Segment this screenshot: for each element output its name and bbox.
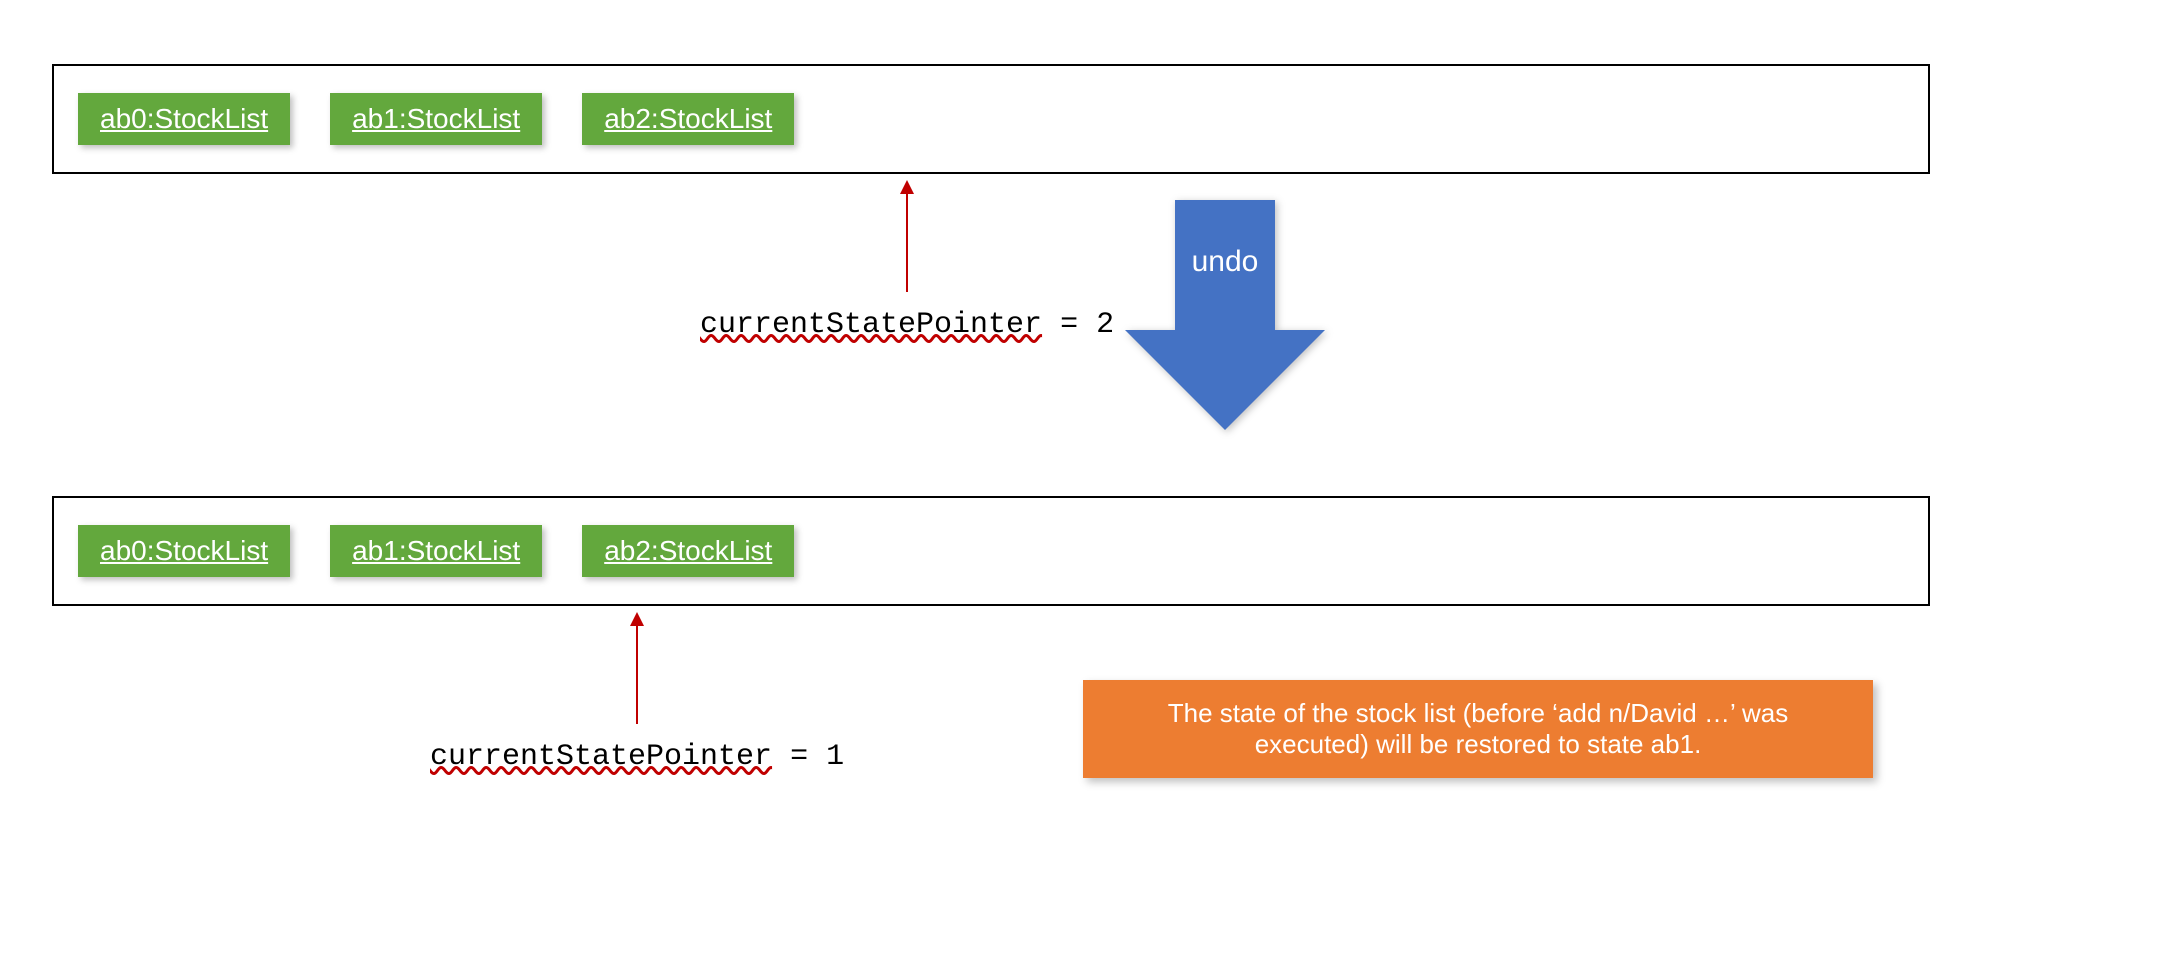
- pointer-var-top: currentStatePointer: [700, 308, 1042, 342]
- state-chip-ab0-bottom: ab0:StockList: [78, 525, 290, 577]
- state-list-bottom: ab0:StockList ab1:StockList ab2:StockLis…: [52, 496, 1930, 606]
- state-chip-ab2-top: ab2:StockList: [582, 93, 794, 145]
- state-chip-ab2-bottom: ab2:StockList: [582, 525, 794, 577]
- pointer-value-top: = 2: [1042, 308, 1114, 342]
- state-list-top: ab0:StockList ab1:StockList ab2:StockLis…: [52, 64, 1930, 174]
- pointer-label-top: currentStatePointer = 2: [700, 306, 1114, 342]
- pointer-var-bottom: currentStatePointer: [430, 740, 772, 774]
- pointer-value-bottom: = 1: [772, 740, 844, 774]
- pointer-bottom: currentStatePointer = 1: [430, 614, 844, 774]
- state-chip-ab0-top: ab0:StockList: [78, 93, 290, 145]
- undo-arrow-shape: [1125, 200, 1325, 430]
- undo-arrow-label: undo: [1125, 245, 1325, 279]
- state-chip-ab1-top: ab1:StockList: [330, 93, 542, 145]
- undo-arrow: undo: [1125, 200, 1325, 430]
- pointer-top: currentStatePointer = 2: [700, 182, 1114, 342]
- pointer-arrow-top: [906, 182, 908, 292]
- pointer-label-bottom: currentStatePointer = 1: [430, 738, 844, 774]
- diagram-canvas: ab0:StockList ab1:StockList ab2:StockLis…: [0, 0, 2163, 956]
- note-box: The state of the stock list (before ‘add…: [1083, 680, 1873, 778]
- state-chip-ab1-bottom: ab1:StockList: [330, 525, 542, 577]
- pointer-arrow-bottom: [636, 614, 638, 724]
